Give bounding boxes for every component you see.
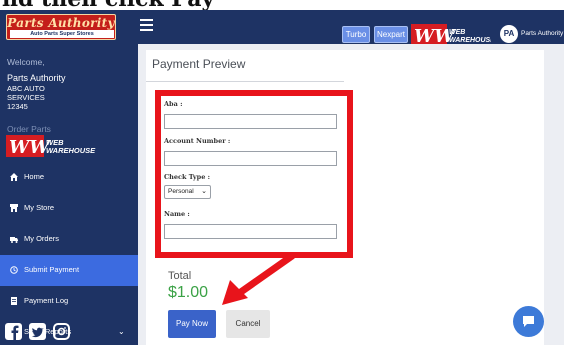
instagram-icon[interactable] <box>53 323 70 340</box>
avatar: PA <box>500 25 518 43</box>
social-links <box>5 323 85 345</box>
logo-main-text: Parts Authority <box>7 16 115 30</box>
top-navbar: Parts Authority Auto Parts Super Stores … <box>0 10 564 46</box>
total-amount: $1.00 <box>168 284 209 301</box>
cancel-button[interactable]: Cancel <box>226 310 270 338</box>
total-label: Total <box>168 270 192 282</box>
turbo-button[interactable]: Turbo <box>342 26 370 43</box>
annotation-highlight-box <box>155 90 353 258</box>
document-icon <box>11 297 17 305</box>
twitter-icon[interactable] <box>29 323 46 340</box>
company-line: 12345 <box>7 102 28 111</box>
pay-now-button[interactable]: Pay Now <box>168 310 216 338</box>
ww-mark-text: WW <box>9 137 51 157</box>
caption-text: nd then click Pay <box>2 0 214 10</box>
facebook-icon[interactable] <box>5 323 22 340</box>
company-block: Parts Authority ABC AUTO SERVICES 12345 <box>7 73 66 111</box>
chevron-down-icon: ⌄ <box>118 327 125 336</box>
caption-band: nd then click Pay <box>0 0 564 10</box>
sidebar-item-label: Submit Payment <box>24 265 80 274</box>
logo-sub-text: Auto Parts Super Stores <box>10 30 114 38</box>
sidebar-item-label: My Orders <box>24 234 60 243</box>
sidebar-item-my-store[interactable]: My Store <box>0 193 138 224</box>
home-icon <box>10 173 18 181</box>
sidebar-item-my-orders[interactable]: My Orders <box>0 224 138 255</box>
truck-icon <box>10 237 18 243</box>
annotation-arrow-icon <box>222 252 296 305</box>
nexpart-button[interactable]: Nexpart <box>374 26 408 43</box>
company-line: Parts Authority <box>7 73 66 83</box>
ww-line2-text: WAREHOUSE <box>46 146 96 155</box>
user-name: Parts Authority⌄ <box>521 29 564 37</box>
ww-line2-text: WAREHOUSE <box>449 37 491 44</box>
company-line: ABC AUTO <box>7 84 45 93</box>
order-parts-label: Order Parts <box>7 124 51 134</box>
sidebar-item-home[interactable]: Home <box>0 162 138 193</box>
chat-button[interactable] <box>513 306 544 337</box>
store-icon <box>10 204 18 212</box>
parts-authority-logo[interactable]: Parts Authority Auto Parts Super Stores <box>6 14 116 40</box>
clock-icon <box>10 266 18 274</box>
ww-line1-text: WEB <box>449 29 465 36</box>
sidebar-item-label: My Store <box>24 203 55 212</box>
chat-bubble-icon <box>523 316 534 327</box>
company-line: SERVICES <box>7 93 45 102</box>
welcome-text: Welcome, <box>7 57 45 67</box>
sidebar-item-payment-log[interactable]: Payment Log <box>0 286 138 317</box>
web-warehouse-sidebar-logo[interactable]: WW WEB WAREHOUSE <box>6 135 96 157</box>
web-warehouse-logo[interactable]: WW WEB WAREHOUSE <box>411 24 491 46</box>
hamburger-menu-icon[interactable] <box>140 19 153 33</box>
sidebar-item-submit-payment[interactable]: Submit Payment <box>0 255 138 286</box>
sidebar-item-label: Payment Log <box>24 296 69 305</box>
sidebar-item-label: Home <box>24 172 45 181</box>
title-divider <box>146 81 344 82</box>
sidebar: Welcome, Parts Authority ABC AUTO SERVIC… <box>0 44 138 345</box>
sidebar-menu: Home My Store My Orders Submit Payment P… <box>0 162 138 345</box>
page-title: Payment Preview <box>152 57 246 71</box>
